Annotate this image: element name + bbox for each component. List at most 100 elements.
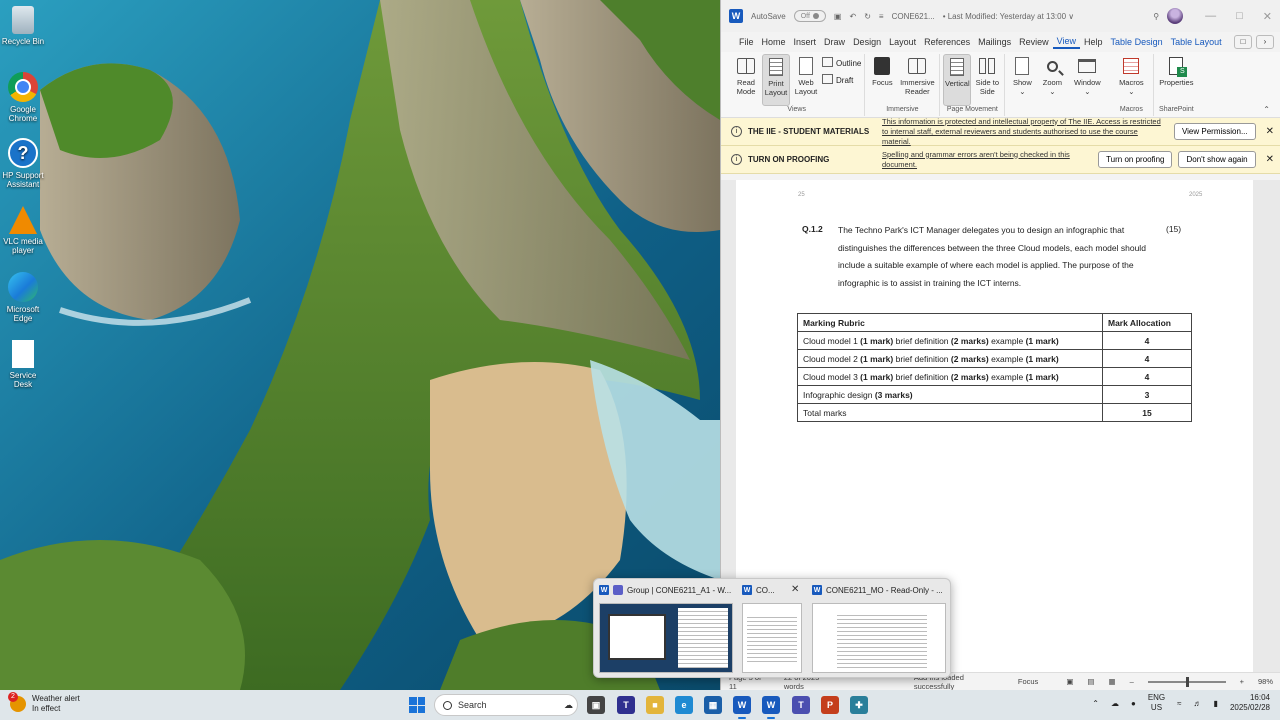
side-to-side-button[interactable]: Side to Side	[973, 54, 1001, 106]
window-button[interactable]: Window ⌄	[1068, 54, 1106, 106]
last-modified[interactable]: • Last Modified: Yesterday at 13:00 ∨	[943, 12, 1074, 21]
thumbnail-title[interactable]: W Group | CONE6211_A1 - W...	[599, 585, 734, 595]
thumbnail-preview[interactable]	[742, 603, 802, 673]
teams-taskbar-icon-2[interactable]: T	[792, 696, 810, 714]
web-layout-button[interactable]: Web Layout	[792, 54, 820, 106]
tab-table-layout[interactable]: Table Layout	[1167, 37, 1226, 47]
language-indicator[interactable]: ENG US	[1148, 693, 1165, 713]
search-icon[interactable]: ⚲	[1153, 12, 1159, 21]
desktop-icon-service-desk[interactable]: Service Desk	[0, 340, 46, 389]
focus-button[interactable]: Focus	[868, 54, 896, 106]
onedrive-icon[interactable]: ☁	[1111, 699, 1119, 708]
dont-show-again-button[interactable]: Don't show again	[1178, 151, 1256, 168]
tab-draw[interactable]: Draw	[820, 37, 849, 47]
view-permission-button[interactable]: View Permission...	[1173, 123, 1256, 140]
web-layout-view-icon[interactable]: ▦	[1109, 677, 1116, 686]
edge-taskbar-icon[interactable]: e	[675, 696, 693, 714]
weather-badge: 2	[8, 692, 18, 702]
document-name[interactable]: CONE621...	[892, 12, 935, 21]
maximize-icon[interactable]: □	[1236, 10, 1243, 23]
desktop-icon-edge[interactable]: Microsoft Edge	[0, 272, 46, 323]
undo-icon[interactable]: ↶	[849, 12, 856, 21]
tab-home[interactable]: Home	[758, 37, 790, 47]
close-icon[interactable]: ✕	[1263, 10, 1272, 23]
tab-file[interactable]: File	[735, 37, 758, 47]
tab-review[interactable]: Review	[1015, 37, 1053, 47]
tab-view[interactable]: View	[1052, 36, 1081, 49]
outline-button[interactable]: Outline	[822, 57, 861, 68]
infobar-message[interactable]: Spelling and grammar errors aren't being…	[882, 150, 1092, 170]
tab-references[interactable]: References	[920, 37, 974, 47]
zoom-slider[interactable]	[1147, 676, 1226, 687]
turn-on-proofing-button[interactable]: Turn on proofing	[1098, 151, 1173, 168]
tab-table-design[interactable]: Table Design	[1107, 37, 1167, 47]
desktop-icon-recycle-bin[interactable]: Recycle Bin	[0, 6, 46, 46]
microphone-icon[interactable]: ●	[1131, 699, 1136, 708]
focus-mode-button[interactable]: Focus	[1018, 677, 1038, 686]
taskbar-search[interactable]: Search ☁	[434, 694, 578, 716]
customize-icon[interactable]: ≡	[879, 12, 884, 21]
infobar-title: TURN ON PROOFING	[748, 155, 830, 164]
close-icon[interactable]: ✕	[1262, 154, 1274, 165]
tab-design[interactable]: Design	[849, 37, 885, 47]
zoom-level[interactable]: 98%	[1258, 677, 1273, 686]
clock-date: 2025/02/28	[1229, 703, 1270, 712]
autosave-toggle[interactable]: Off	[793, 10, 826, 22]
zoom-button[interactable]: Zoom ⌄	[1038, 54, 1066, 106]
table-cell: Cloud model 1 (1 mark) brief definition …	[797, 331, 1103, 350]
thumbnail-title[interactable]: W CONE6211_MO - Read-Only - ...	[812, 585, 948, 595]
show-button[interactable]: Show ⌄	[1008, 54, 1036, 106]
collapse-ribbon-icon[interactable]: ⌃	[1263, 105, 1270, 114]
tab-mailings[interactable]: Mailings	[974, 37, 1015, 47]
start-button[interactable]	[409, 697, 425, 713]
chevron-up-icon[interactable]: ⌃	[1092, 699, 1099, 708]
chevron-right-icon[interactable]: ›	[1256, 35, 1274, 49]
store-icon[interactable]: ▦	[704, 696, 722, 714]
clock[interactable]: 16:04 2025/02/28	[1230, 693, 1270, 713]
tab-help[interactable]: Help	[1080, 37, 1107, 47]
desktop-icon-vlc[interactable]: VLC media player	[0, 206, 46, 255]
save-icon[interactable]: ▣	[834, 12, 842, 21]
zoom-out-icon[interactable]: –	[1130, 677, 1134, 686]
comments-icon[interactable]: □	[1234, 35, 1252, 49]
avatar[interactable]	[1167, 8, 1184, 24]
task-view-icon[interactable]: ▣	[587, 696, 605, 714]
close-icon[interactable]: ✕	[1262, 126, 1274, 137]
vertical-button[interactable]: Vertical	[943, 54, 972, 106]
desktop-icon-chrome[interactable]: Google Chrome	[0, 72, 46, 123]
file-explorer-icon[interactable]: ■	[646, 696, 664, 714]
powerpoint-taskbar-icon[interactable]: P	[821, 696, 839, 714]
word-taskbar-icon-2[interactable]: W	[762, 696, 780, 719]
thumbnail-title-text: Group | CONE6211_A1 - W...	[627, 585, 732, 595]
close-icon[interactable]: ✕	[791, 584, 799, 595]
thumbnail-preview[interactable]	[599, 603, 733, 673]
rubric-table[interactable]: Marking Rubric Mark Allocation Cloud mod…	[797, 313, 1192, 422]
zoom-in-icon[interactable]: +	[1240, 677, 1244, 686]
teams-taskbar-icon[interactable]: T	[617, 696, 635, 714]
table-row: Cloud model 2 (1 mark) brief definition …	[797, 349, 1192, 368]
weather-widget[interactable]: 2 Weather alert In effect	[8, 692, 80, 714]
taskbar-thumbnail-popup: W Group | CONE6211_A1 - W... W CO... ✕ W…	[593, 578, 951, 678]
print-layout-button[interactable]: Print Layout	[762, 54, 790, 106]
print-layout-view-icon[interactable]: ▤	[1087, 677, 1094, 686]
wifi-icon[interactable]: ≈	[1177, 699, 1181, 708]
infobar-message[interactable]: This information is protected and intell…	[882, 117, 1168, 147]
draft-button[interactable]: Draft	[822, 74, 861, 85]
volume-icon[interactable]: ♬	[1194, 699, 1202, 708]
battery-icon[interactable]: ▮	[1214, 699, 1218, 708]
thumbnail-title[interactable]: W CO...	[742, 585, 788, 595]
tab-layout[interactable]: Layout	[885, 37, 920, 47]
minimize-icon[interactable]: —	[1205, 10, 1216, 23]
tab-insert[interactable]: Insert	[790, 37, 821, 47]
read-mode-view-icon[interactable]: ▣	[1066, 677, 1073, 686]
immersive-reader-button[interactable]: Immersive Reader	[898, 54, 936, 106]
table-cell: Total marks	[797, 403, 1103, 422]
redo-icon[interactable]: ↻	[864, 12, 871, 21]
properties-button[interactable]: Properties	[1157, 54, 1195, 106]
macros-button[interactable]: Macros ⌄	[1112, 54, 1150, 106]
snipping-tool-icon[interactable]: ✚	[850, 696, 868, 714]
word-taskbar-icon[interactable]: W	[733, 696, 751, 719]
desktop-icon-hp-support[interactable]: ? HP Support Assistant	[0, 138, 46, 189]
read-mode-button[interactable]: Read Mode	[732, 54, 760, 106]
thumbnail-preview[interactable]	[812, 603, 946, 673]
